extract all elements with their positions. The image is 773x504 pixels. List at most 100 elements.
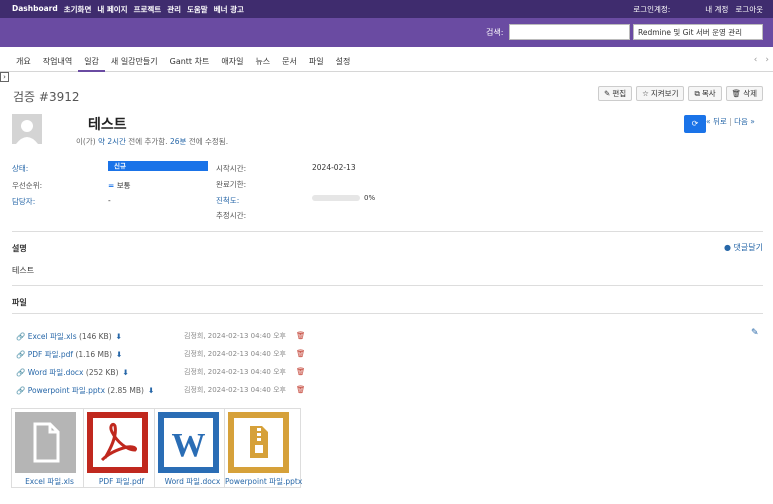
project-select-label: Redmine 및 Git 서버 운영 관리 xyxy=(638,28,743,37)
attachment-size: (252 KB) xyxy=(85,368,119,377)
word-file-icon: W xyxy=(158,412,219,473)
start-date-label: 시작시간: xyxy=(216,164,247,173)
avatar xyxy=(12,114,42,144)
thumbnail-caption[interactable]: Word 파일.docx xyxy=(155,476,230,487)
download-icon[interactable]: ⬇ xyxy=(116,350,122,359)
edit-button[interactable]: ✎ 편집 xyxy=(598,86,633,101)
prev-next-separator: | xyxy=(729,117,732,126)
pdf-file-icon xyxy=(87,412,148,473)
edit-attachments-pencil-icon[interactable]: ✎ xyxy=(751,328,759,338)
thumbnail-excel[interactable]: Excel 파일.xls xyxy=(11,408,88,488)
attachment-name[interactable]: 🔗 Excel 파일.xls (146 KB) ⬇ xyxy=(16,331,122,342)
due-date-label: 완료기한: xyxy=(216,180,247,189)
attachment-meta: 김정희, 2024-02-13 04:40 오후 xyxy=(184,332,286,340)
description-text: 테스트 xyxy=(12,266,35,275)
top-menu-admin[interactable]: 관리 xyxy=(167,4,181,15)
attachment-name-text: Word 파일.docx xyxy=(27,368,84,377)
generic-file-icon xyxy=(15,412,76,473)
tab-agile[interactable]: 애자일 xyxy=(215,56,249,72)
my-account-link[interactable]: 내 계정 xyxy=(705,4,728,15)
trash-icon: 🗑 xyxy=(731,89,742,98)
attachment-name[interactable]: 🔗 Powerpoint 파일.pptx (2.85 MB) ⬇ xyxy=(16,385,154,396)
next-link[interactable]: 다음 » xyxy=(734,117,755,126)
search-input[interactable] xyxy=(509,24,630,40)
prev-link[interactable]: « 뒤로 xyxy=(706,117,727,126)
copy-button[interactable]: ⧉ 복사 xyxy=(688,86,722,101)
tabs-next-icon[interactable]: › xyxy=(765,55,769,65)
sidebar-toggle-icon[interactable]: › xyxy=(0,72,9,82)
header: 검색: Redmine 및 Git 서버 운영 관리 xyxy=(0,18,773,47)
thumbnail-caption[interactable]: Powerpoint 파일.pptx xyxy=(225,476,302,487)
tab-news[interactable]: 뉴스 xyxy=(249,56,276,72)
tab-settings[interactable]: 설정 xyxy=(330,56,357,72)
prev-next-nav: « 뒤로 | 다음 » xyxy=(706,116,755,127)
author-prefix: 이(가) xyxy=(76,137,96,146)
download-icon[interactable]: ⬇ xyxy=(123,368,129,377)
user-silhouette-icon xyxy=(12,114,42,144)
files-title: 파일 xyxy=(12,298,27,307)
attachment-name[interactable]: 🔗 Word 파일.docx (252 KB) ⬇ xyxy=(16,367,129,378)
tab-new-issue[interactable]: 새 일감만들기 xyxy=(105,56,164,72)
attachment-meta: 김정희, 2024-02-13 04:40 오후 xyxy=(184,368,286,376)
top-menu-my-page[interactable]: 내 페이지 xyxy=(97,4,127,15)
refresh-icon: ⟳ xyxy=(691,119,699,128)
top-menu-home[interactable]: 초기화면 xyxy=(64,4,92,15)
login-label: 로그인계정: xyxy=(633,5,671,14)
refresh-button[interactable]: ⟳ xyxy=(684,115,706,133)
top-menu-help[interactable]: 도움말 xyxy=(187,4,208,15)
delete-attachment-trash-icon[interactable]: 🗑 xyxy=(296,349,306,358)
watch-button[interactable]: ☆ 지켜보기 xyxy=(636,86,685,101)
author-mid: 전에 추가함. xyxy=(128,137,168,146)
download-icon[interactable]: ⬇ xyxy=(148,386,154,395)
archive-file-icon xyxy=(228,412,289,473)
thumbnail-pdf[interactable]: PDF 파일.pdf xyxy=(83,408,160,488)
logout-link[interactable]: 로그아웃 xyxy=(735,4,763,15)
assignee-label[interactable]: 담당자: xyxy=(12,196,35,207)
tab-files[interactable]: 파일 xyxy=(303,56,330,72)
delete-button[interactable]: 🗑 삭제 xyxy=(725,86,763,101)
tab-activity[interactable]: 작업내역 xyxy=(37,56,78,72)
project-jump-select[interactable]: Redmine 및 Git 서버 운영 관리 xyxy=(633,24,763,40)
updated-time-link[interactable]: 26분 xyxy=(170,137,186,146)
done-ratio-label[interactable]: 진척도: xyxy=(216,195,239,206)
tab-gantt[interactable]: Gantt 차트 xyxy=(164,56,216,72)
author-suffix: 전에 수정됨. xyxy=(188,137,229,146)
delete-attachment-trash-icon[interactable]: 🗑 xyxy=(296,367,306,376)
attachment-row: 🔗 Excel 파일.xls (146 KB) ⬇ 김정희, 2024-02-13… xyxy=(16,331,326,343)
status-badge: 신규 xyxy=(108,161,208,171)
add-comment-link[interactable]: ● 댓글달기 xyxy=(724,242,763,253)
copy-icon: ⧉ xyxy=(694,88,700,98)
attachment-row: 🔗 Powerpoint 파일.pptx (2.85 MB) ⬇ 김정희, 202… xyxy=(16,385,326,397)
tabs-prev-icon[interactable]: ‹ xyxy=(754,55,758,65)
tab-issues[interactable]: 일감 xyxy=(78,56,105,72)
issue-subject: 테스트 xyxy=(88,117,127,133)
divider xyxy=(12,231,763,232)
issue-title: 검증 #3912 xyxy=(13,90,80,104)
delete-button-label: 삭제 xyxy=(743,89,757,98)
priority-value-text: 보통 xyxy=(116,181,131,190)
top-menu-dashboard[interactable]: Dashboard xyxy=(12,4,58,15)
thumbnail-caption[interactable]: PDF 파일.pdf xyxy=(84,476,159,487)
added-time-link[interactable]: 약 2시간 xyxy=(98,137,126,146)
thumbnail-powerpoint[interactable]: Powerpoint 파일.pptx xyxy=(224,408,302,488)
top-menu-banner[interactable]: 베너 광고 xyxy=(214,4,244,15)
star-icon: ☆ xyxy=(642,89,649,98)
download-icon[interactable]: ⬇ xyxy=(116,332,122,341)
pencil-icon: ✎ xyxy=(604,89,611,98)
tab-overview[interactable]: 개요 xyxy=(10,56,37,72)
attachment-row: 🔗 PDF 파일.pdf (1.16 MB) ⬇ 김정희, 2024-02-13 … xyxy=(16,349,326,361)
delete-attachment-trash-icon[interactable]: 🗑 xyxy=(296,331,306,340)
attachment-name-text: Powerpoint 파일.pptx xyxy=(27,386,106,395)
attachment-name[interactable]: 🔗 PDF 파일.pdf (1.16 MB) ⬇ xyxy=(16,349,122,360)
copy-button-label: 복사 xyxy=(701,89,716,98)
thumbnail-word[interactable]: W Word 파일.docx xyxy=(154,408,231,488)
start-date-value: 2024-02-13 xyxy=(312,163,356,172)
thumbnail-caption[interactable]: Excel 파일.xls xyxy=(12,476,87,487)
tab-documents[interactable]: 문서 xyxy=(276,56,303,72)
status-label[interactable]: 상태: xyxy=(12,163,28,174)
top-menu-projects[interactable]: 프로젝트 xyxy=(134,4,162,15)
attachment-size: (1.16 MB) xyxy=(75,350,113,359)
delete-attachment-trash-icon[interactable]: 🗑 xyxy=(296,385,306,394)
top-menu: Dashboard 초기화면 내 페이지 프로젝트 관리 도움말 베너 광고 로… xyxy=(0,0,773,18)
attachment-meta: 김정희, 2024-02-13 04:40 오후 xyxy=(184,350,286,358)
